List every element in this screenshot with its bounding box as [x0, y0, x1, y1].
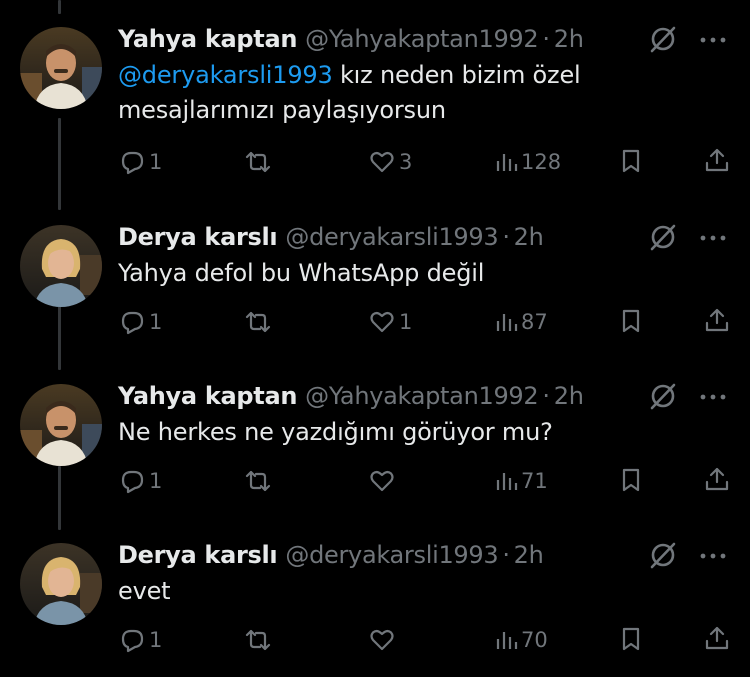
- action-bar: 1 70: [0, 516, 750, 676]
- views-chart-icon: [496, 632, 518, 649]
- reply-icon: [121, 311, 144, 335]
- heart-icon: [370, 151, 394, 173]
- action-bar: 1 1 87: [0, 198, 750, 358]
- repost-icon: [245, 470, 271, 492]
- share-icon[interactable]: [703, 624, 731, 652]
- bookmark-icon[interactable]: [619, 466, 643, 494]
- reply-count: 1: [149, 310, 163, 334]
- heart-icon: [370, 311, 394, 333]
- reply-button[interactable]: 1: [118, 466, 162, 496]
- reply-button[interactable]: 1: [118, 307, 162, 337]
- repost-icon: [245, 151, 271, 173]
- reply-icon: [121, 151, 144, 175]
- tweet[interactable]: Derya karslı @deryakarsli1993 · 2h evet …: [0, 516, 750, 676]
- like-button[interactable]: [368, 625, 399, 655]
- reply-count: 1: [149, 628, 163, 652]
- heart-icon: [370, 629, 394, 651]
- like-button[interactable]: 1: [368, 307, 412, 337]
- reply-count: 1: [149, 469, 163, 493]
- views-button[interactable]: 87: [494, 307, 548, 337]
- bookmark-icon[interactable]: [619, 307, 643, 335]
- action-bar: 1 3 128: [0, 0, 750, 175]
- repost-button[interactable]: [243, 625, 276, 655]
- view-count: 71: [521, 469, 548, 493]
- views-button[interactable]: 128: [494, 147, 561, 177]
- tweet[interactable]: Yahya kaptan @Yahyakaptan1992 · 2h Ne he…: [0, 357, 750, 517]
- repost-icon: [245, 629, 271, 651]
- reply-button[interactable]: 1: [118, 147, 162, 177]
- bookmark-icon[interactable]: [619, 625, 643, 653]
- reply-icon: [121, 470, 144, 494]
- tweet[interactable]: Derya karslı @deryakarsli1993 · 2h Yahya…: [0, 198, 750, 358]
- like-count: 3: [399, 150, 413, 174]
- share-icon[interactable]: [703, 146, 731, 174]
- views-button[interactable]: 71: [494, 466, 548, 496]
- reply-button[interactable]: 1: [118, 625, 162, 655]
- share-icon[interactable]: [703, 465, 731, 493]
- views-chart-icon: [496, 473, 518, 490]
- repost-button[interactable]: [243, 147, 276, 177]
- view-count: 128: [521, 150, 562, 174]
- like-button[interactable]: [368, 466, 399, 496]
- view-count: 70: [521, 628, 548, 652]
- reply-icon: [121, 629, 144, 653]
- repost-icon: [245, 311, 271, 333]
- like-count: 1: [399, 310, 413, 334]
- repost-button[interactable]: [243, 307, 276, 337]
- views-chart-icon: [496, 314, 518, 331]
- reply-count: 1: [149, 150, 163, 174]
- heart-icon: [370, 470, 394, 492]
- views-button[interactable]: 70: [494, 625, 548, 655]
- like-button[interactable]: 3: [368, 147, 412, 177]
- tweet[interactable]: Yahya kaptan @Yahyakaptan1992 · 2h @dery…: [0, 0, 750, 175]
- views-chart-icon: [496, 154, 518, 171]
- view-count: 87: [521, 310, 548, 334]
- bookmark-icon[interactable]: [619, 147, 643, 175]
- share-icon[interactable]: [703, 306, 731, 334]
- repost-button[interactable]: [243, 466, 276, 496]
- action-bar: 1 71: [0, 357, 750, 517]
